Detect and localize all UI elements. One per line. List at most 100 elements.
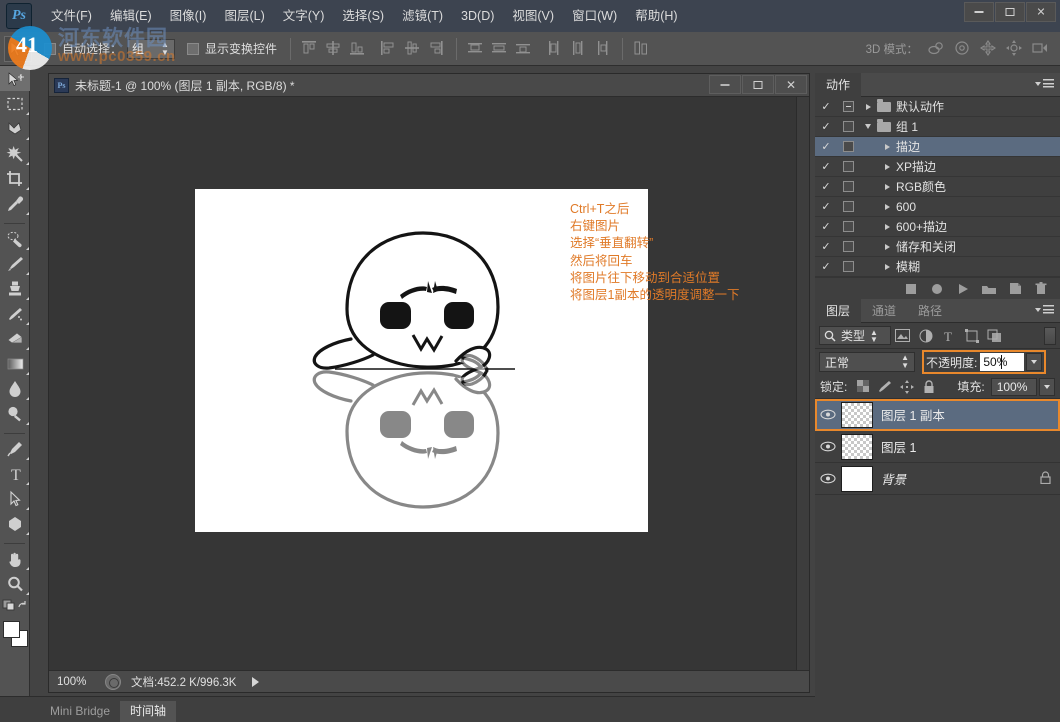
fill-input[interactable]: 100% <box>990 377 1037 396</box>
shape-tool[interactable] <box>0 511 30 536</box>
drag-3d-icon[interactable] <box>978 39 1000 59</box>
action-row-save-close[interactable]: ✓ 储存和关闭 <box>815 237 1060 257</box>
menu-help[interactable]: 帮助(H) <box>626 0 686 32</box>
action-enabled-check[interactable]: ✓ <box>815 180 837 193</box>
tab-paths[interactable]: 路径 <box>907 299 953 323</box>
delete-icon[interactable] <box>1028 279 1054 299</box>
menu-select[interactable]: 选择(S) <box>333 0 393 32</box>
action-modal-box[interactable] <box>837 241 859 252</box>
expand-arrow-icon[interactable] <box>878 143 896 150</box>
canvas-area[interactable]: Ctrl+T之后 右键图片 选择“垂直翻转” 然后将回车 将图片往下移动到合适位… <box>49 97 809 670</box>
zoom-level[interactable]: 100% <box>57 676 101 688</box>
adjustment-filter-icon[interactable] <box>914 326 937 346</box>
hand-tool[interactable] <box>0 546 30 571</box>
path-selection-tool[interactable] <box>0 486 30 511</box>
action-modal-box[interactable] <box>837 261 859 272</box>
foreground-background-colors[interactable] <box>0 618 30 652</box>
action-modal-box[interactable] <box>837 181 859 192</box>
menu-file[interactable]: 文件(F) <box>42 0 101 32</box>
artboard[interactable]: Ctrl+T之后 右键图片 选择“垂直翻转” 然后将回车 将图片往下移动到合适位… <box>195 189 739 532</box>
expand-arrow-icon[interactable] <box>859 103 877 110</box>
expand-arrow-icon[interactable] <box>878 203 896 210</box>
lock-transparent-pixels-icon[interactable] <box>853 378 873 396</box>
new-set-icon[interactable] <box>976 279 1002 299</box>
document-maximize-button[interactable] <box>742 75 774 94</box>
rotate-3d-icon[interactable] <box>926 39 948 59</box>
current-tool-icon[interactable] <box>4 35 32 62</box>
expand-arrow-icon[interactable] <box>878 183 896 190</box>
shape-filter-icon[interactable] <box>960 326 983 346</box>
smartobject-filter-icon[interactable] <box>983 326 1006 346</box>
eyedropper-tool[interactable] <box>0 191 30 216</box>
collapse-arrow-icon[interactable] <box>859 124 877 129</box>
close-button[interactable]: ✕ <box>1026 2 1056 22</box>
layer-thumbnail[interactable] <box>841 433 873 460</box>
blend-mode-dropdown[interactable]: 正常 ▲ ▼ <box>819 352 915 372</box>
expand-arrow-icon[interactable] <box>878 223 896 230</box>
tab-timeline[interactable]: 时间轴 <box>120 701 177 722</box>
history-brush-tool[interactable] <box>0 301 30 326</box>
layer-thumbnail[interactable] <box>841 465 873 492</box>
gradient-tool[interactable] <box>0 351 30 376</box>
stop-icon[interactable] <box>898 279 924 299</box>
action-row-rgb-color[interactable]: ✓ RGB颜色 <box>815 177 1060 197</box>
menu-layer[interactable]: 图层(L) <box>215 0 273 32</box>
maximize-button[interactable] <box>995 2 1025 22</box>
tab-mini-bridge[interactable]: Mini Bridge <box>40 701 120 722</box>
action-enabled-check[interactable]: ✓ <box>815 140 837 153</box>
new-action-icon[interactable] <box>1002 279 1028 299</box>
tab-layers[interactable]: 图层 <box>815 298 862 323</box>
tab-actions[interactable]: 动作 <box>815 72 862 97</box>
eraser-tool[interactable] <box>0 326 30 351</box>
auto-select-checkbox[interactable] <box>44 42 56 55</box>
action-enabled-check[interactable]: ✓ <box>815 240 837 253</box>
play-icon[interactable] <box>950 279 976 299</box>
layer-row-background[interactable]: 背景 <box>815 463 1060 495</box>
menu-edit[interactable]: 编辑(E) <box>101 0 161 32</box>
action-enabled-check[interactable]: ✓ <box>815 100 837 113</box>
filter-type-dropdown[interactable]: 类型 ▲ ▼ <box>819 326 891 345</box>
align-vertical-centers-icon[interactable] <box>323 38 345 60</box>
layers-panel-menu-button[interactable] <box>1035 305 1054 314</box>
align-top-edges-icon[interactable] <box>299 38 321 60</box>
pen-tool[interactable] <box>0 436 30 461</box>
menu-view[interactable]: 视图(V) <box>503 0 563 32</box>
dodge-tool[interactable] <box>0 401 30 426</box>
lock-image-pixels-icon[interactable] <box>875 378 895 396</box>
document-close-button[interactable]: ✕ <box>775 75 807 94</box>
action-row-blur[interactable]: ✓ 模糊 <box>815 257 1060 277</box>
type-tool[interactable]: T <box>0 461 30 486</box>
roll-3d-icon[interactable] <box>952 39 974 59</box>
layer-row-1[interactable]: 图层 1 <box>815 431 1060 463</box>
align-bottom-edges-icon[interactable] <box>347 38 369 60</box>
record-icon[interactable] <box>924 279 950 299</box>
menu-filter[interactable]: 滤镜(T) <box>393 0 452 32</box>
distribute-vertical-centers-icon[interactable] <box>489 38 511 60</box>
expand-arrow-icon[interactable] <box>878 263 896 270</box>
document-minimize-button[interactable] <box>709 75 741 94</box>
move-tool[interactable] <box>0 66 30 91</box>
lock-all-icon[interactable] <box>919 378 939 396</box>
show-transform-checkbox[interactable] <box>187 42 200 55</box>
action-enabled-check[interactable]: ✓ <box>815 200 837 213</box>
expand-arrow-icon[interactable] <box>878 163 896 170</box>
lock-position-icon[interactable] <box>897 378 917 396</box>
align-left-edges-icon[interactable] <box>378 38 400 60</box>
menu-window[interactable]: 窗口(W) <box>563 0 626 32</box>
document-info-icon[interactable] <box>105 673 121 690</box>
healing-brush-tool[interactable] <box>0 226 30 251</box>
layer-row-copy[interactable]: 图层 1 副本 <box>815 399 1060 431</box>
distribute-top-edges-icon[interactable] <box>465 38 487 60</box>
crop-tool[interactable] <box>0 166 30 191</box>
action-row-xp-stroke[interactable]: ✓ XP描边 <box>815 157 1060 177</box>
status-expand-arrow-icon[interactable] <box>252 676 260 687</box>
minimize-button[interactable] <box>964 2 994 22</box>
action-modal-box[interactable] <box>837 121 859 132</box>
action-modal-box[interactable] <box>837 161 859 172</box>
action-enabled-check[interactable]: ✓ <box>815 160 837 173</box>
pixel-filter-icon[interactable] <box>891 326 914 346</box>
distribute-right-edges-icon[interactable] <box>592 38 614 60</box>
auto-align-layers-icon[interactable] <box>631 38 653 60</box>
action-row-600[interactable]: ✓ 600 <box>815 197 1060 217</box>
distribute-horizontal-centers-icon[interactable] <box>568 38 590 60</box>
